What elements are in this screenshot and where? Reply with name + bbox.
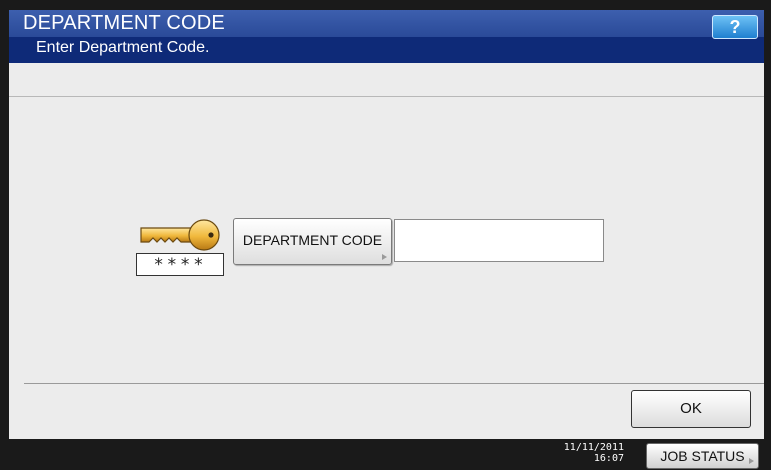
dialog-frame: DEPARTMENT CODE Enter Department Code. ?… [9, 10, 764, 439]
masked-code-display: **** [136, 253, 224, 276]
department-code-button[interactable]: DEPARTMENT CODE [233, 218, 392, 265]
divider [9, 96, 764, 97]
job-status-label: JOB STATUS [660, 448, 745, 464]
screen: DEPARTMENT CODE Enter Department Code. ?… [0, 0, 771, 470]
arrow-right-icon [749, 458, 754, 464]
page-title: DEPARTMENT CODE [23, 12, 225, 34]
arrow-right-icon [382, 254, 387, 260]
clock: 11/11/2011 16:07 [556, 442, 624, 464]
department-code-field[interactable] [394, 219, 604, 262]
page-instruction: Enter Department Code. [36, 39, 210, 56]
job-status-button[interactable]: JOB STATUS [646, 443, 759, 469]
title-bar: DEPARTMENT CODE Enter Department Code. ? [9, 10, 764, 63]
department-code-button-label: DEPARTMENT CODE [242, 232, 383, 248]
key-icon [137, 218, 221, 257]
ok-button[interactable]: OK [631, 390, 751, 428]
divider [24, 383, 764, 384]
help-button[interactable]: ? [712, 15, 758, 39]
time-text: 16:07 [593, 453, 624, 464]
date-text: 11/11/2011 [563, 442, 624, 453]
